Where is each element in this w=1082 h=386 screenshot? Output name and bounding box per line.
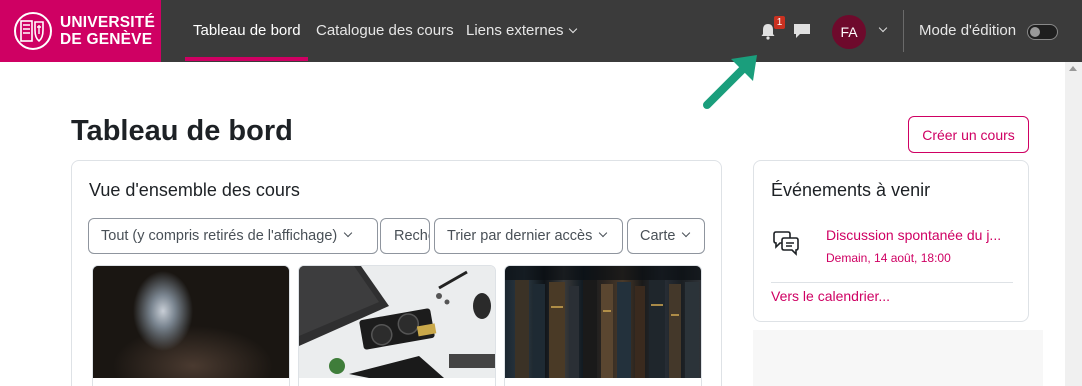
- university-name: UNIVERSITÉ DE GENÈVE: [60, 14, 155, 48]
- course-card[interactable]: [504, 265, 702, 386]
- navbar-divider: [903, 10, 904, 52]
- event-date[interactable]: Demain, 14 août, 18:00: [826, 251, 951, 265]
- view-dropdown[interactable]: Carte: [627, 218, 705, 254]
- user-menu-chevron-icon[interactable]: [878, 23, 888, 33]
- chevron-down-icon: [599, 228, 608, 238]
- user-avatar[interactable]: FA: [832, 15, 866, 49]
- scroll-up-arrow-icon[interactable]: [1069, 66, 1077, 71]
- course-search-input[interactable]: Rechercher: [380, 218, 430, 254]
- notification-count-badge: 1: [774, 16, 785, 29]
- page-scrollbar[interactable]: [1065, 62, 1082, 386]
- upcoming-events-block: Événements à venir Discussion spontanée …: [753, 160, 1029, 322]
- grouping-dropdown[interactable]: Tout (y compris retirés de l'affichage): [88, 218, 378, 254]
- desk-illustration: [299, 266, 495, 378]
- chevron-down-icon: [343, 228, 353, 238]
- nav-external-links[interactable]: Liens externes: [466, 22, 577, 39]
- course-image[interactable]: [93, 266, 289, 378]
- nav-external-links-label: Liens externes: [466, 22, 564, 39]
- edit-mode-label: Mode d'édition: [919, 22, 1017, 39]
- sort-dropdown[interactable]: Trier par dernier accès: [434, 218, 623, 254]
- nav-course-catalog[interactable]: Catalogue des cours: [316, 22, 454, 39]
- course-card[interactable]: [298, 265, 496, 386]
- university-name-line1: UNIVERSITÉ: [60, 14, 156, 31]
- course-image[interactable]: [299, 266, 495, 378]
- page-title: Tableau de bord: [71, 115, 293, 147]
- course-image[interactable]: [505, 266, 701, 378]
- course-overview-title: Vue d'ensemble des cours: [89, 180, 300, 200]
- create-course-button[interactable]: Créer un cours: [908, 116, 1029, 153]
- blurred-region: [753, 330, 1043, 386]
- seal-icon: [14, 12, 52, 50]
- edit-mode-toggle[interactable]: [1027, 24, 1058, 40]
- university-name-line2: DE GENÈVE: [60, 31, 153, 48]
- course-overview-block: Vue d'ensemble des cours Tout (y compris…: [71, 160, 722, 386]
- upcoming-events-title: Événements à venir: [771, 180, 931, 200]
- chevron-down-icon: [568, 24, 577, 34]
- events-divider: [771, 282, 1013, 283]
- bookshelf-illustration: [505, 266, 701, 378]
- sort-dropdown-value: Trier par dernier accès: [447, 228, 593, 244]
- course-search-placeholder: Rechercher: [394, 228, 429, 244]
- nav-dashboard[interactable]: Tableau de bord: [193, 22, 301, 39]
- course-card[interactable]: [92, 265, 290, 386]
- chevron-down-icon: [682, 228, 691, 238]
- university-logo[interactable]: UNIVERSITÉ DE GENÈVE: [0, 0, 161, 62]
- messages-icon[interactable]: [792, 22, 812, 40]
- grouping-dropdown-value: Tout (y compris retirés de l'affichage): [101, 228, 338, 244]
- event-name-link[interactable]: Discussion spontanée du j...: [826, 227, 1001, 243]
- active-nav-indicator: [185, 57, 308, 61]
- view-dropdown-value: Carte: [640, 228, 676, 244]
- forum-discussion-icon: [773, 231, 799, 256]
- top-navbar: UNIVERSITÉ DE GENÈVE Tableau de bord Cat…: [0, 0, 1082, 62]
- go-to-calendar-link[interactable]: Vers le calendrier...: [771, 288, 890, 304]
- annotation-arrow-icon: [703, 55, 757, 109]
